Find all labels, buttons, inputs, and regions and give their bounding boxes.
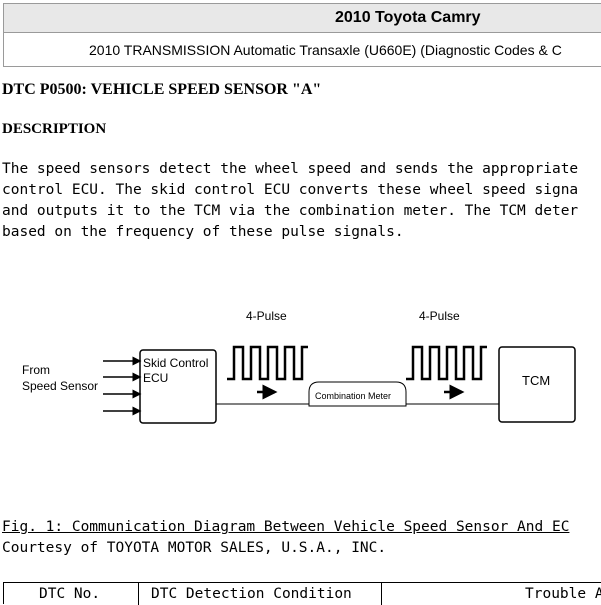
skid-label-line-1: Skid Control <box>143 356 208 370</box>
meter-label: Combination Meter <box>315 391 391 401</box>
dtc-title: DTC P0500: VEHICLE SPEED SENSOR "A" <box>2 81 322 98</box>
col-dtc-no: DTC No. <box>39 586 101 602</box>
description-line-2: control ECU. The skid control ECU conver… <box>2 182 579 198</box>
col-trouble-area: Trouble A <box>525 586 601 602</box>
pulse-label-1: 4-Pulse <box>246 309 287 323</box>
document-subtitle: 2010 TRANSMISSION Automatic Transaxle (U… <box>89 42 562 58</box>
pulse-label-2: 4-Pulse <box>419 309 460 323</box>
column-divider <box>381 583 382 605</box>
skid-label-line-2: ECU <box>143 371 168 385</box>
tcm-label: TCM <box>522 373 550 388</box>
pulse-waveform-1 <box>227 345 308 381</box>
section-heading: DESCRIPTION <box>2 121 107 137</box>
description-line-1: The speed sensors detect the wheel speed… <box>2 161 579 177</box>
description-line-4: based on the frequency of these pulse si… <box>2 224 404 240</box>
column-divider <box>138 583 139 605</box>
figure-courtesy: Courtesy of TOYOTA MOTOR SALES, U.S.A., … <box>2 540 387 556</box>
communication-diagram: From Speed Sensor Skid Control ECU 4-Pul… <box>22 309 576 424</box>
pulse-waveform-2 <box>406 345 487 381</box>
vehicle-title: 2010 Toyota Camry <box>335 9 481 26</box>
description-line-3: and outputs it to the TCM via the combin… <box>2 203 579 219</box>
header-title-bar: 2010 Toyota Camry <box>3 3 601 33</box>
from-label-line-2: Speed Sensor <box>22 379 98 393</box>
header-subtitle-bar: 2010 TRANSMISSION Automatic Transaxle (U… <box>3 33 601 67</box>
figure-caption: Fig. 1: Communication Diagram Between Ve… <box>2 519 570 535</box>
input-arrows <box>103 356 142 416</box>
document-header: 2010 Toyota Camry 2010 TRANSMISSION Auto… <box>3 3 601 67</box>
from-label-line-1: From <box>22 363 50 377</box>
col-detection-condition: DTC Detection Condition <box>151 586 352 602</box>
